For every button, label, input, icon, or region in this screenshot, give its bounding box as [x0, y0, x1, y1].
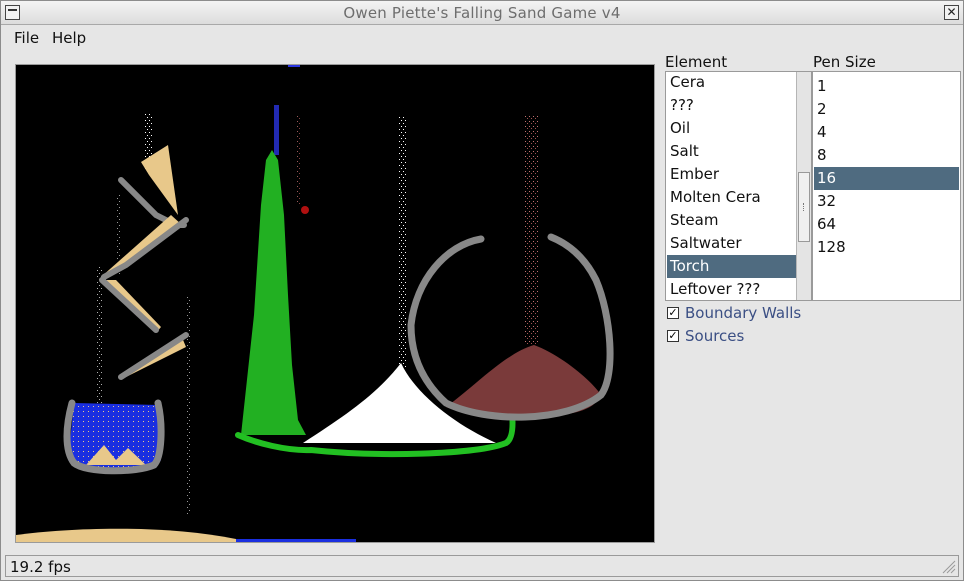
element-item-torch[interactable]: Torch — [667, 255, 797, 278]
wall-segment — [118, 332, 189, 380]
element-item-leftover[interactable]: Leftover ??? — [667, 278, 797, 300]
element-item-cera[interactable]: Cera — [667, 72, 797, 94]
pen-size-item-4[interactable]: 4 — [814, 121, 959, 144]
particle-stream — [186, 295, 191, 515]
boundary-walls-label[interactable]: Boundary Walls — [685, 304, 801, 322]
boundary-walls-checkbox[interactable]: ✓ — [667, 307, 679, 319]
pen-size-label: Pen Size — [813, 53, 876, 71]
pen-size-item-8[interactable]: 8 — [814, 144, 959, 167]
ember-stream — [524, 115, 538, 345]
element-list-scrollbar[interactable] — [796, 72, 811, 300]
pen-size-item-16[interactable]: 16 — [814, 167, 959, 190]
title-bar[interactable]: Owen Piette's Falling Sand Game v4 ✕ — [1, 1, 963, 25]
close-icon[interactable]: ✕ — [944, 5, 959, 20]
pen-size-item-32[interactable]: 32 — [814, 190, 959, 213]
pen-size-list[interactable]: 1 2 4 8 16 32 64 128 — [812, 71, 961, 301]
menu-file[interactable]: File — [14, 29, 39, 47]
water-source — [288, 65, 300, 67]
element-item-oil[interactable]: Oil — [667, 117, 797, 140]
salt-stream — [399, 115, 407, 375]
element-list[interactable]: Cera ??? Oil Salt Ember Molten Cera Stea… — [665, 71, 812, 301]
element-item-saltwater[interactable]: Saltwater — [667, 232, 797, 255]
sand-pile — [101, 215, 182, 277]
element-item-unknown[interactable]: ??? — [667, 94, 797, 117]
ember-stream-small — [296, 115, 300, 205]
pen-size-item-2[interactable]: 2 — [814, 98, 959, 121]
resize-grip-icon[interactable] — [940, 558, 956, 574]
scroll-thumb[interactable] — [798, 172, 810, 242]
pen-size-item-1[interactable]: 1 — [814, 75, 959, 98]
water-stream — [274, 105, 279, 155]
sources-checkbox[interactable]: ✓ — [667, 330, 679, 342]
element-label: Element — [665, 53, 728, 71]
water-floor — [236, 539, 356, 542]
pen-size-item-64[interactable]: 64 — [814, 213, 959, 236]
wall-segment — [99, 277, 159, 333]
sources-label[interactable]: Sources — [685, 327, 744, 345]
sand-floor — [16, 528, 236, 542]
ember-drop — [301, 206, 309, 214]
element-item-molten-cera[interactable]: Molten Cera — [667, 186, 797, 209]
menu-bar: File Help — [1, 26, 963, 52]
element-item-ember[interactable]: Ember — [667, 163, 797, 186]
element-item-salt[interactable]: Salt — [667, 140, 797, 163]
scroll-grip-icon — [803, 203, 806, 211]
pen-size-item-128[interactable]: 128 — [814, 236, 959, 259]
window-title: Owen Piette's Falling Sand Game v4 — [343, 4, 621, 22]
sand-canvas[interactable] — [15, 64, 655, 543]
fps-readout: 19.2 fps — [10, 558, 71, 576]
simulation-drawing — [16, 65, 614, 542]
menu-help[interactable]: Help — [52, 29, 86, 47]
status-bar: 19.2 fps — [5, 555, 959, 577]
element-item-steam[interactable]: Steam — [667, 209, 797, 232]
app-window: Owen Piette's Falling Sand Game v4 ✕ Fil… — [0, 0, 964, 581]
particle-stream — [96, 265, 102, 405]
